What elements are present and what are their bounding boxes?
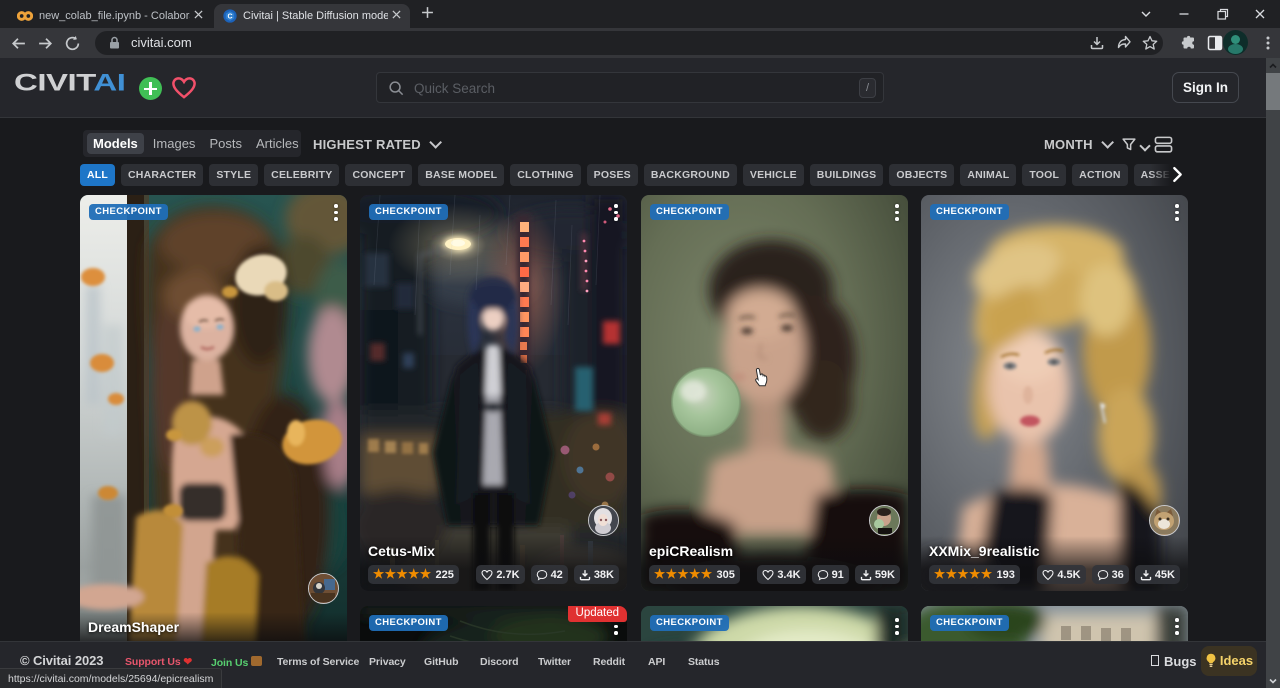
svg-text:C: C [227,14,232,21]
